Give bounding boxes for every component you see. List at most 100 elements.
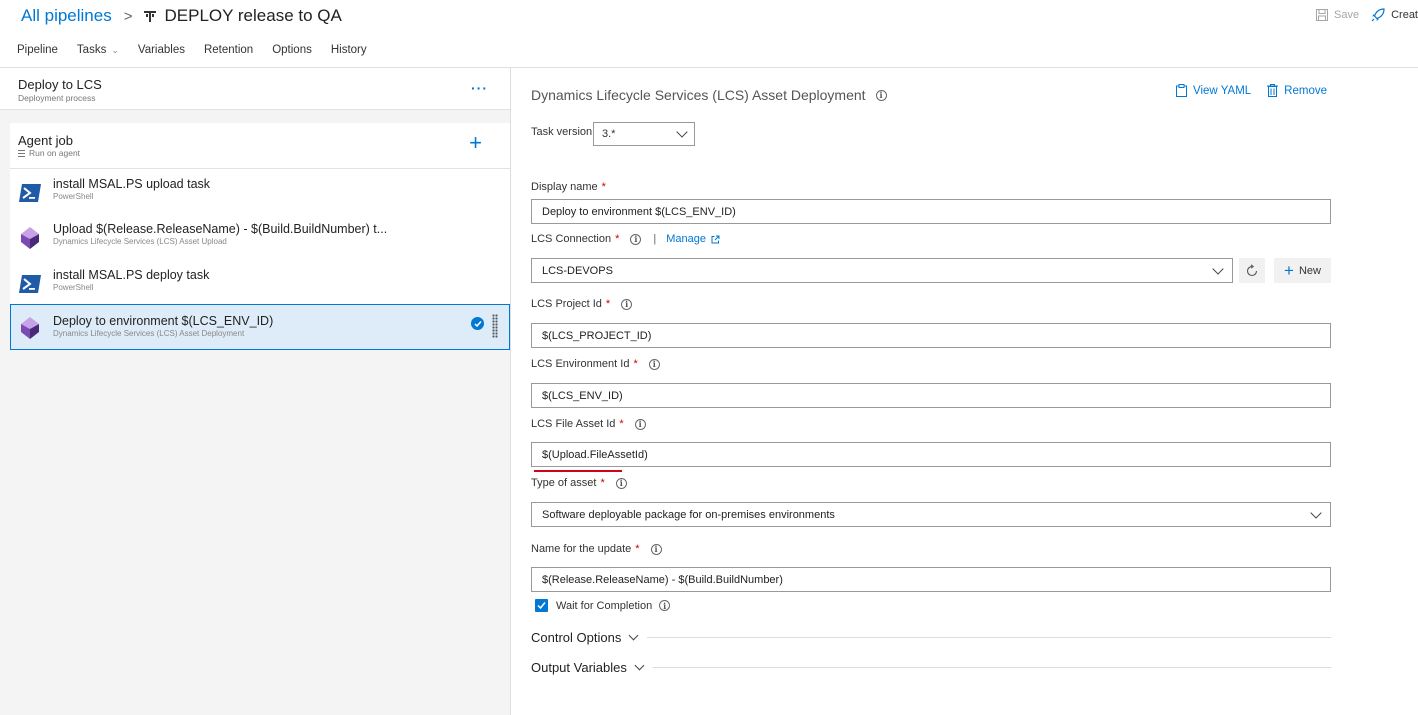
breadcrumb-all-pipelines[interactable]: All pipelines: [21, 6, 112, 26]
tab-retention[interactable]: Retention: [204, 44, 253, 56]
project-id-value: $(LCS_PROJECT_ID): [542, 329, 652, 342]
asset-type-select[interactable]: Software deployable package for on-premi…: [531, 502, 1331, 527]
required-marker: *: [615, 233, 620, 245]
divider: [652, 667, 1331, 668]
lcs-connection-label: LCS Connection * i | Manage: [531, 233, 720, 245]
create-label: Creat: [1391, 9, 1418, 21]
environment-id-value: $(LCS_ENV_ID): [542, 389, 623, 402]
drag-handle-icon[interactable]: [492, 314, 498, 338]
lcs-icon: [21, 227, 39, 249]
checkmark-icon: [537, 602, 546, 610]
annotation-underline: [534, 470, 622, 472]
refresh-button[interactable]: [1239, 258, 1265, 283]
task-title: install MSAL.PS upload task: [53, 177, 211, 191]
create-release-button[interactable]: Creat: [1371, 8, 1418, 22]
task-details-panel: Dynamics Lifecycle Services (LCS) Asset …: [511, 68, 1418, 715]
chevron-down-icon: [1310, 506, 1322, 519]
file-asset-id-field[interactable]: $(Upload.FileAssetId): [531, 442, 1331, 467]
task-subtitle: Dynamics Lifecycle Services (LCS) Asset …: [53, 329, 245, 338]
file-asset-id-value: $(Upload.FileAssetId): [542, 448, 648, 461]
lcs-connection-label-text: LCS Connection: [531, 233, 612, 245]
environment-id-label-text: LCS Environment Id: [531, 358, 630, 370]
save-button[interactable]: Save: [1316, 9, 1359, 21]
output-variables-section[interactable]: Output Variables: [531, 660, 1331, 675]
agent-job-subtitle-text: Run on agent: [29, 148, 81, 158]
tab-options[interactable]: Options: [272, 44, 312, 56]
project-id-label-text: LCS Project Id: [531, 298, 602, 310]
tab-label: Retention: [203, 44, 254, 56]
add-task-icon[interactable]: +: [469, 132, 482, 154]
tab-pipeline[interactable]: Pipeline: [17, 44, 58, 56]
tab-history[interactable]: History: [331, 44, 367, 56]
task-subtitle: PowerShell: [53, 283, 94, 292]
task-details-title: Dynamics Lifecycle Services (LCS) Asset …: [531, 87, 887, 103]
tab-variables[interactable]: Variables: [138, 44, 185, 56]
new-connection-button[interactable]: + New: [1274, 258, 1331, 283]
task-version-label-text: Task version: [531, 126, 593, 138]
task-subtitle: PowerShell: [53, 192, 94, 201]
clipboard-icon: [1176, 84, 1187, 97]
control-options-label: Control Options: [531, 630, 622, 645]
tab-label: Tasks: [76, 44, 107, 56]
info-icon[interactable]: i: [650, 543, 662, 555]
lcs-connection-select[interactable]: LCS-DEVOPS: [531, 258, 1233, 283]
stage-header[interactable]: Deploy to LCS Deployment process ···: [0, 68, 510, 110]
info-icon[interactable]: i: [615, 477, 627, 489]
task-item[interactable]: Upload $(Release.ReleaseName) - $(Build.…: [10, 214, 510, 260]
task-item[interactable]: install MSAL.PS deploy task PowerShell: [10, 260, 510, 306]
task-version-select[interactable]: 3.*: [593, 122, 695, 146]
manage-link[interactable]: Manage: [666, 233, 720, 245]
environment-id-label: LCS Environment Id * i: [531, 358, 660, 370]
update-name-value: $(Release.ReleaseName) - $(Build.BuildNu…: [542, 573, 783, 586]
manage-label: Manage: [666, 233, 707, 245]
required-marker: *: [605, 298, 611, 310]
file-asset-id-label-text: LCS File Asset Id: [531, 418, 616, 430]
info-icon[interactable]: i: [634, 418, 646, 430]
chevron-down-icon: [676, 126, 688, 138]
tab-label: Variables: [137, 44, 185, 56]
chevron-down-icon: [628, 630, 639, 641]
display-name-label-text: Display name: [531, 181, 598, 193]
task-details-title-text: Dynamics Lifecycle Services (LCS) Asset …: [531, 87, 866, 103]
refresh-icon: [1246, 263, 1258, 276]
task-item[interactable]: install MSAL.PS upload task PowerShell: [10, 169, 510, 215]
environment-id-field[interactable]: $(LCS_ENV_ID): [531, 383, 1331, 408]
asset-type-value: Software deployable package for on-premi…: [542, 508, 835, 521]
info-icon[interactable]: i: [875, 89, 887, 101]
update-name-field[interactable]: $(Release.ReleaseName) - $(Build.BuildNu…: [531, 567, 1331, 592]
file-asset-id-label: LCS File Asset Id * i: [531, 418, 646, 430]
lcs-connection-value: LCS-DEVOPS: [542, 264, 613, 277]
display-name-field[interactable]: Deploy to environment $(LCS_ENV_ID): [531, 199, 1331, 224]
stage-title: Deploy to LCS: [18, 77, 102, 92]
view-yaml-button[interactable]: View YAML: [1176, 84, 1251, 97]
remove-button[interactable]: Remove: [1267, 84, 1327, 97]
required-marker: *: [633, 358, 638, 370]
task-item-selected[interactable]: Deploy to environment $(LCS_ENV_ID) Dyna…: [10, 304, 510, 350]
info-icon[interactable]: i: [648, 358, 660, 370]
agent-job[interactable]: Agent job Run on agent +: [10, 123, 510, 169]
stage-subtitle: Deployment process: [18, 93, 96, 103]
task-subtitle: Dynamics Lifecycle Services (LCS) Asset …: [53, 237, 227, 246]
info-icon[interactable]: i: [621, 298, 633, 310]
info-icon[interactable]: i: [659, 600, 671, 611]
tab-tasks[interactable]: Tasks ⌄: [77, 44, 119, 56]
panel-actions: View YAML Remove: [1176, 84, 1343, 97]
info-icon[interactable]: i: [630, 233, 642, 245]
view-yaml-label: View YAML: [1193, 84, 1252, 97]
tab-label: Pipeline: [17, 44, 58, 56]
agent-job-title: Agent job: [18, 133, 73, 148]
breadcrumb-separator: >: [123, 7, 133, 25]
control-options-section[interactable]: Control Options: [531, 630, 1331, 645]
more-options-icon[interactable]: ···: [471, 80, 488, 96]
external-link-icon: [711, 235, 720, 243]
project-id-field[interactable]: $(LCS_PROJECT_ID): [531, 323, 1331, 348]
project-id-label: LCS Project Id * i: [531, 298, 633, 310]
wait-for-completion-checkbox[interactable]: [535, 599, 548, 612]
save-label: Save: [1334, 9, 1360, 21]
pipeline-tabs: Pipeline Tasks ⌄ Variables Retention Opti…: [17, 44, 386, 56]
enabled-check-icon[interactable]: [471, 317, 484, 330]
task-title: Upload $(Release.ReleaseName) - $(Build.…: [53, 222, 388, 236]
header-actions: Save Creat: [1304, 8, 1418, 22]
required-marker: *: [601, 181, 606, 193]
lcs-icon: [21, 317, 39, 339]
